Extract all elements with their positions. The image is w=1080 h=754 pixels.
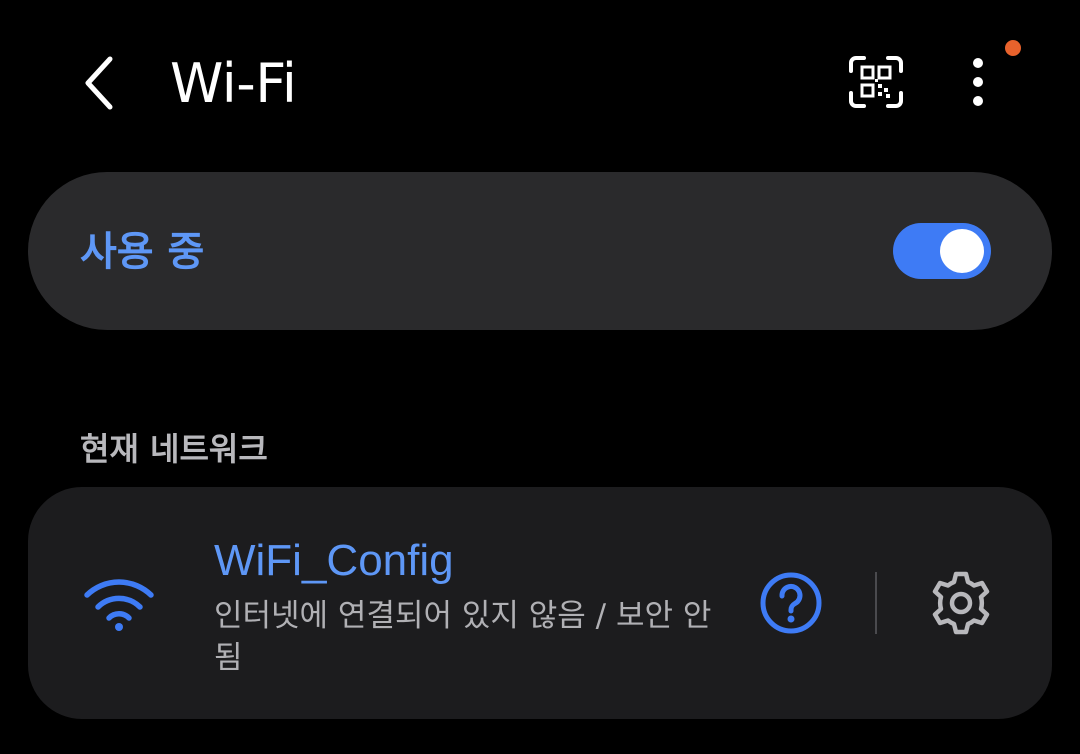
more-vert-icon	[973, 58, 983, 106]
current-network-heading: 현재 네트워크	[80, 430, 268, 468]
wifi-settings-screen: Wi-Fi 사용 중 현재 네트워크 WiFi_Config 인터넷에 연결되어…	[0, 0, 1080, 754]
current-network-card: WiFi_Config 인터넷에 연결되어 있지 않음 / 보안 안됨	[28, 487, 1052, 719]
qr-scan-button[interactable]	[840, 48, 912, 116]
more-options-button[interactable]	[950, 48, 1006, 116]
page-title: Wi-Fi	[170, 52, 297, 115]
switch-knob	[940, 229, 984, 273]
network-ssid: WiFi_Config	[214, 536, 454, 585]
notification-dot	[1005, 40, 1021, 56]
wifi-status-label: 사용 중	[80, 229, 205, 275]
question-circle-icon[interactable]	[758, 570, 824, 636]
wifi-master-toggle-row[interactable]: 사용 중	[28, 172, 1052, 330]
gear-icon[interactable]	[928, 570, 994, 636]
wifi-signal-icon	[84, 579, 154, 631]
app-bar: Wi-Fi	[0, 0, 1080, 170]
network-status: 인터넷에 연결되어 있지 않음 / 보안 안됨	[214, 598, 712, 676]
chevron-left-icon	[85, 56, 113, 110]
qr-code-scan-icon	[849, 56, 903, 108]
wifi-toggle-switch[interactable]	[893, 223, 991, 279]
network-info[interactable]: WiFi_Config 인터넷에 연결되어 있지 않음 / 보안 안됨	[214, 533, 734, 679]
back-button[interactable]	[70, 45, 130, 121]
vertical-divider	[875, 572, 877, 634]
